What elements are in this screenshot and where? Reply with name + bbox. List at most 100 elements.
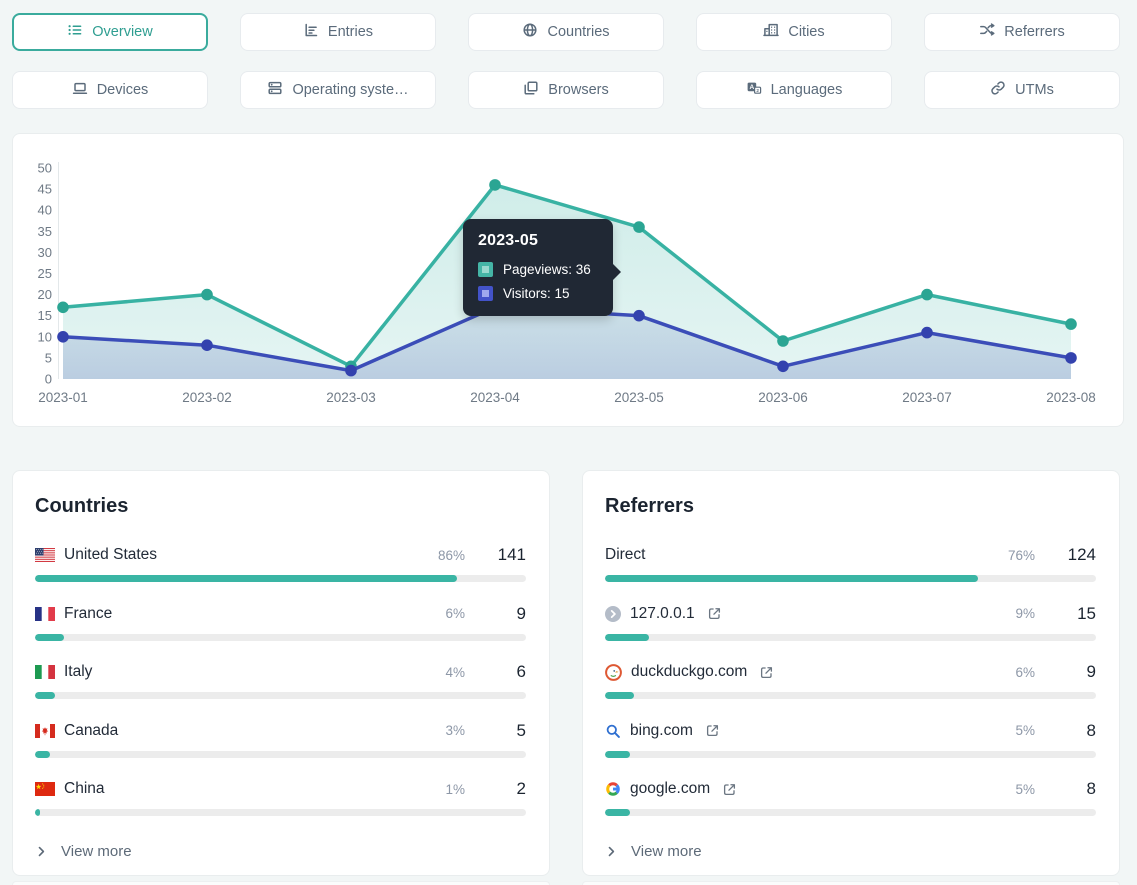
- progress-track: [35, 575, 526, 582]
- tab-browsers[interactable]: Browsers: [468, 71, 664, 109]
- google-icon: [605, 781, 621, 797]
- y-tick-label: 15: [38, 308, 52, 323]
- pageviews-point[interactable]: [921, 289, 933, 301]
- item-percent: 5%: [1015, 782, 1035, 797]
- list-item[interactable]: Italy 4% 6: [35, 662, 526, 699]
- buildings-icon: [763, 22, 779, 42]
- tab-label: UTMs: [1015, 82, 1054, 98]
- next-card-sliver: [582, 881, 1120, 885]
- tab-label: Devices: [97, 82, 149, 98]
- tab-entries[interactable]: Entries: [240, 13, 436, 51]
- list-item[interactable]: United States 86% 141: [35, 545, 526, 582]
- x-tick-label: 2023-02: [182, 390, 232, 405]
- item-value: 2: [490, 779, 526, 799]
- view-more-link[interactable]: View more: [35, 843, 526, 860]
- list-item[interactable]: 127.0.0.1 9% 15: [605, 604, 1096, 641]
- tab-label: Countries: [547, 24, 609, 40]
- list-item[interactable]: bing.com 5% 8: [605, 721, 1096, 758]
- visitors-point[interactable]: [633, 310, 645, 322]
- list-item[interactable]: Direct 76% 124: [605, 545, 1096, 582]
- item-percent: 6%: [445, 606, 465, 621]
- list-item[interactable]: France 6% 9: [35, 604, 526, 641]
- y-tick-label: 50: [38, 161, 52, 176]
- list-item[interactable]: google.com 5% 8: [605, 779, 1096, 816]
- tooltip-series-row: Pageviews: 36: [478, 262, 598, 277]
- item-percent: 3%: [445, 723, 465, 738]
- pageviews-point[interactable]: [201, 289, 213, 301]
- progress-fill: [35, 751, 50, 758]
- next-card-sliver: [12, 881, 550, 885]
- progress-fill: [605, 575, 978, 582]
- progress-track: [605, 575, 1096, 582]
- visitors-point[interactable]: [57, 331, 69, 343]
- x-tick-label: 2023-07: [902, 390, 952, 405]
- progress-fill: [35, 809, 40, 816]
- item-percent: 5%: [1015, 723, 1035, 738]
- pageviews-point[interactable]: [1065, 318, 1077, 330]
- bing-icon: [605, 723, 621, 739]
- flag-us-icon: [35, 548, 55, 562]
- panel-title: Countries: [35, 495, 526, 518]
- pageviews-point[interactable]: [57, 302, 69, 314]
- flag-it-icon: [35, 665, 55, 679]
- item-value: 15: [1060, 604, 1096, 624]
- progress-fill: [35, 692, 55, 699]
- item-label: Direct: [605, 546, 645, 564]
- item-value: 6: [490, 662, 526, 682]
- progress-fill: [35, 575, 457, 582]
- server-icon: [267, 80, 283, 100]
- visitors-point[interactable]: [345, 365, 357, 377]
- progress-track: [605, 692, 1096, 699]
- pageviews-point[interactable]: [489, 179, 501, 191]
- tab-cities[interactable]: Cities: [696, 13, 892, 51]
- external-link-icon[interactable]: [705, 723, 720, 738]
- tooltip-title: 2023-05: [478, 232, 598, 250]
- external-link-icon[interactable]: [722, 782, 737, 797]
- y-tick-label: 40: [38, 203, 52, 218]
- translate-icon: A2: [746, 80, 762, 100]
- chevron-circle-icon: [605, 606, 621, 622]
- progress-track: [35, 809, 526, 816]
- y-tick-label: 30: [38, 245, 52, 260]
- external-link-icon[interactable]: [759, 665, 774, 680]
- y-tick-label: 5: [45, 350, 52, 365]
- y-tick-label: 10: [38, 329, 52, 344]
- tab-bar-row-2: Devices Operating syste… Browsers A2 Languag…: [12, 71, 1120, 109]
- list-item[interactable]: China 1% 2: [35, 779, 526, 816]
- tab-referrers[interactable]: Referrers: [924, 13, 1120, 51]
- referrers-panel: Referrers Direct 76% 124 127.0.0.1 9% 15: [582, 470, 1120, 876]
- visitors-point[interactable]: [921, 327, 933, 339]
- progress-fill: [605, 809, 630, 816]
- tab-os[interactable]: Operating syste…: [240, 71, 436, 109]
- tab-label: Entries: [328, 24, 373, 40]
- item-value: 9: [490, 604, 526, 624]
- link-icon: [990, 80, 1006, 100]
- duckduckgo-icon: [605, 664, 622, 681]
- tab-label: Referrers: [1004, 24, 1064, 40]
- pageviews-point[interactable]: [633, 221, 645, 233]
- tab-overview[interactable]: Overview: [12, 13, 208, 51]
- external-link-icon[interactable]: [707, 606, 722, 621]
- pageviews-point[interactable]: [777, 335, 789, 347]
- list-item[interactable]: duckduckgo.com 6% 9: [605, 662, 1096, 699]
- tab-label: Overview: [92, 24, 152, 40]
- visitors-point[interactable]: [1065, 352, 1077, 364]
- panel-title: Referrers: [605, 495, 1096, 518]
- countries-panel: Countries United States 86% 141 France 6…: [12, 470, 550, 876]
- tab-label: Languages: [771, 82, 843, 98]
- view-more-link[interactable]: View more: [605, 843, 1096, 860]
- tab-languages[interactable]: A2 Languages: [696, 71, 892, 109]
- item-label: 127.0.0.1: [630, 605, 695, 623]
- tab-utms[interactable]: UTMs: [924, 71, 1120, 109]
- tab-countries[interactable]: Countries: [468, 13, 664, 51]
- tab-label: Browsers: [548, 82, 608, 98]
- item-percent: 86%: [438, 548, 465, 563]
- item-percent: 4%: [445, 665, 465, 680]
- x-tick-label: 2023-03: [326, 390, 376, 405]
- visitors-point[interactable]: [201, 339, 213, 351]
- visitors-point[interactable]: [777, 361, 789, 373]
- tab-devices[interactable]: Devices: [12, 71, 208, 109]
- item-percent: 1%: [445, 782, 465, 797]
- list-item[interactable]: Canada 3% 5: [35, 721, 526, 758]
- tooltip-series-text: Pageviews: 36: [503, 262, 591, 277]
